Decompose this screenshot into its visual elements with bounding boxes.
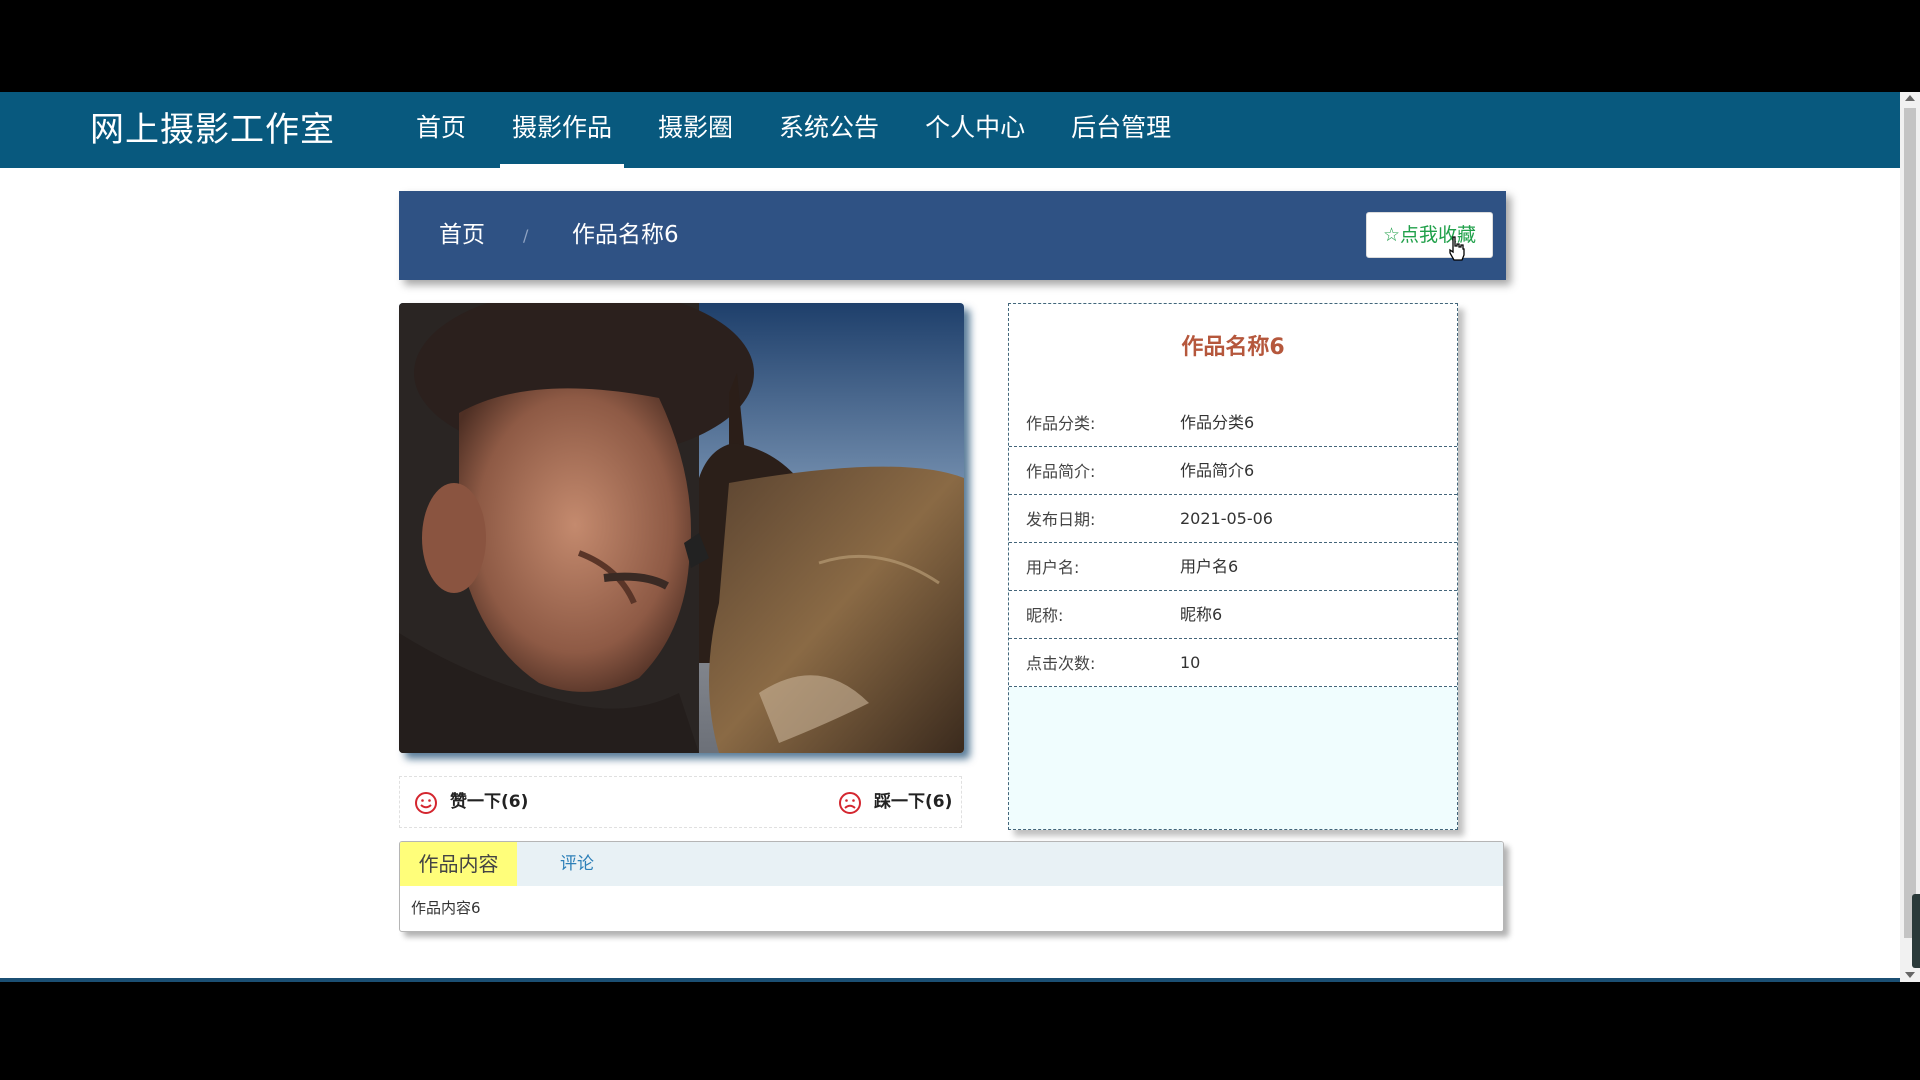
work-photo[interactable] xyxy=(399,303,964,753)
tab-body-text: 作品内容6 xyxy=(411,899,481,917)
detail-value: 作品分类6 xyxy=(1180,413,1255,432)
detail-row-clicks: 点击次数: 10 xyxy=(1009,639,1457,687)
nav-item-profile[interactable]: 个人中心 xyxy=(913,92,1037,168)
breadcrumb-bar: 首页 / 作品名称6 ☆点我收藏 xyxy=(399,191,1506,280)
detail-label: 用户名: xyxy=(1026,558,1080,577)
scroll-thumb[interactable] xyxy=(1904,108,1916,938)
detail-row-intro: 作品简介: 作品简介6 xyxy=(1009,447,1457,495)
detail-label: 发布日期: xyxy=(1026,510,1096,529)
tab-content[interactable]: 作品内容 xyxy=(400,842,517,886)
detail-value: 昵称6 xyxy=(1180,605,1223,624)
site-title[interactable]: 网上摄影工作室 xyxy=(90,92,335,168)
detail-title: 作品名称6 xyxy=(1181,335,1285,360)
nav-item-works[interactable]: 摄影作品 xyxy=(500,92,625,168)
breadcrumb-current: 作品名称6 xyxy=(572,222,679,248)
content-tabs: 作品内容 评论 作品内容6 xyxy=(399,841,1504,932)
detail-row-date: 发布日期: 2021-05-06 xyxy=(1009,495,1457,543)
detail-rows: 作品分类: 作品分类6 作品简介: 作品简介6 发布日期: 2021-05-06… xyxy=(1009,399,1457,687)
detail-row-category: 作品分类: 作品分类6 xyxy=(1009,399,1457,447)
nav-item-notices[interactable]: 系统公告 xyxy=(767,92,891,168)
dislike-label: 踩一下(6) xyxy=(874,792,953,812)
page-scrollbar[interactable] xyxy=(1900,92,1920,982)
like-label: 赞一下(6) xyxy=(450,792,529,812)
detail-value: 用户名6 xyxy=(1180,557,1239,576)
breadcrumb-separator: / xyxy=(523,226,529,245)
detail-row-username: 用户名: 用户名6 xyxy=(1009,543,1457,591)
hand-cursor-icon xyxy=(1449,236,1465,261)
main-nav: 首页 摄影作品 摄影圈 系统公告 个人中心 后台管理 xyxy=(404,92,1205,168)
top-navbar: 网上摄影工作室 首页 摄影作品 摄影圈 系统公告 个人中心 后台管理 xyxy=(0,92,1900,168)
browser-viewport: 网上摄影工作室 首页 摄影作品 摄影圈 系统公告 个人中心 后台管理 首页 / … xyxy=(0,92,1920,982)
side-widget-tab[interactable] xyxy=(1912,894,1920,968)
detail-value: 10 xyxy=(1180,653,1201,672)
dislike-button[interactable]: 踩一下(6) xyxy=(838,777,958,827)
scroll-up-icon[interactable] xyxy=(1905,95,1915,101)
nav-item-home[interactable]: 首页 xyxy=(404,92,478,168)
favorite-button[interactable]: ☆点我收藏 xyxy=(1366,212,1493,258)
like-button[interactable]: 赞一下(6) xyxy=(414,777,564,827)
scroll-down-icon[interactable] xyxy=(1905,972,1915,978)
detail-label: 点击次数: xyxy=(1026,654,1096,673)
photo-image xyxy=(399,303,964,753)
detail-value: 作品简介6 xyxy=(1180,461,1255,480)
nav-item-admin[interactable]: 后台管理 xyxy=(1059,92,1183,168)
detail-value: 2021-05-06 xyxy=(1180,509,1273,528)
frown-icon xyxy=(839,792,861,814)
breadcrumb-home[interactable]: 首页 xyxy=(439,191,485,280)
detail-label: 昵称: xyxy=(1026,606,1064,625)
detail-row-nickname: 昵称: 昵称6 xyxy=(1009,591,1457,639)
vote-bar: 赞一下(6) 踩一下(6) xyxy=(399,776,962,828)
tab-comments[interactable]: 评论 xyxy=(560,842,594,886)
footer-border xyxy=(0,978,1900,982)
tab-header: 作品内容 评论 xyxy=(400,842,1503,886)
nav-item-circle[interactable]: 摄影圈 xyxy=(646,92,745,168)
detail-label: 作品分类: xyxy=(1026,414,1096,433)
work-detail-card: 作品名称6 作品分类: 作品分类6 作品简介: 作品简介6 发布日期: 2021… xyxy=(1008,303,1458,830)
detail-label: 作品简介: xyxy=(1026,462,1096,481)
star-outline-icon: ☆ xyxy=(1382,224,1401,246)
smile-icon xyxy=(415,792,437,814)
